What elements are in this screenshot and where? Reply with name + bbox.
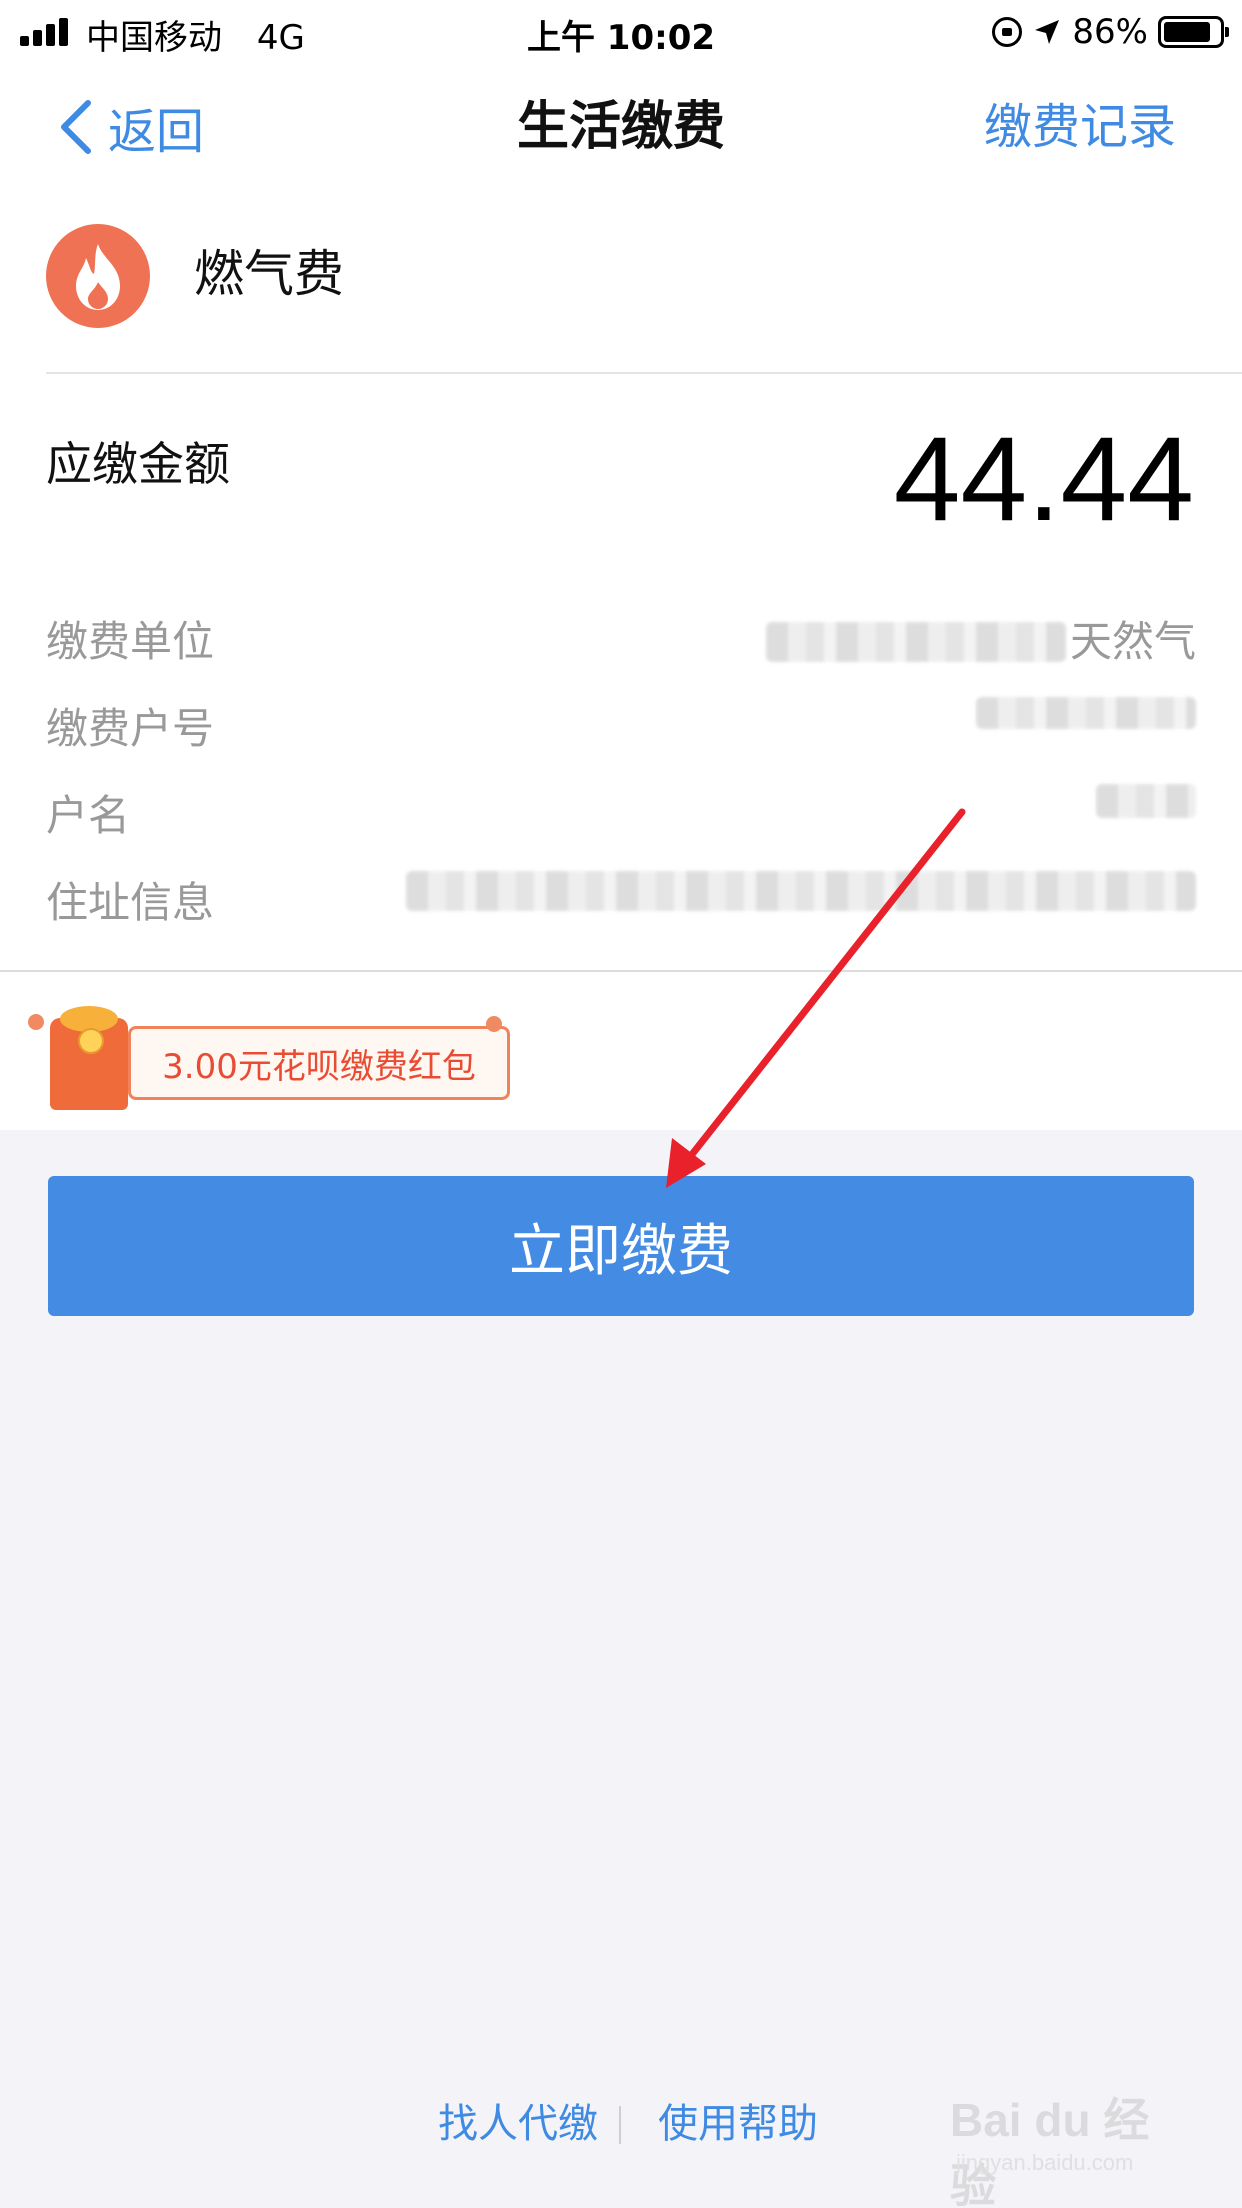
info-row-name: 户名 xyxy=(46,784,1196,848)
promo-area: 3.00元花呗缴费红包 xyxy=(0,972,1242,1130)
info-row-address: 住址信息 xyxy=(46,871,1196,935)
info-label: 缴费户号 xyxy=(46,704,215,753)
footer-separator xyxy=(619,2106,621,2144)
service-name: 燃气费 xyxy=(194,245,344,303)
payment-history-link[interactable]: 缴费记录 xyxy=(984,92,1176,162)
nav-bar: 返回 生活缴费 缴费记录 xyxy=(0,62,1242,192)
info-label: 缴费单位 xyxy=(46,617,215,666)
battery-percent: 86% xyxy=(1072,12,1148,52)
info-value-account xyxy=(976,697,1196,729)
amount-label: 应缴金额 xyxy=(46,437,230,491)
info-value-address xyxy=(406,871,1196,911)
info-label: 户名 xyxy=(46,791,131,840)
flame-icon xyxy=(46,224,150,328)
pay-now-button[interactable]: 立即缴费 xyxy=(48,1176,1194,1316)
promo-label-box: 3.00元花呗缴费红包 xyxy=(128,1026,510,1100)
service-row: 燃气费 xyxy=(0,192,1242,372)
battery-fill xyxy=(1164,22,1211,42)
orientation-lock-icon xyxy=(992,17,1023,47)
watermark-url: jingyan.baidu.com xyxy=(956,2150,1134,2175)
amount-value: 44.44 xyxy=(893,412,1194,546)
bill-card: 燃气费 应缴金额 44.44 缴费单位 天然气 缴费户号 户名 住址信息 xyxy=(0,192,1242,972)
flame-glyph xyxy=(76,244,120,310)
divider xyxy=(46,372,1242,374)
status-bar: 中国移动 4G 上午 10:02 86% xyxy=(0,0,1242,62)
info-label: 住址信息 xyxy=(46,878,215,927)
decor-dot xyxy=(28,1014,44,1030)
info-value-company: 天然气 xyxy=(765,610,1196,674)
location-arrow-icon xyxy=(1035,20,1060,44)
redacted-text xyxy=(765,622,1066,662)
info-row-account: 缴费户号 xyxy=(46,697,1196,761)
company-suffix: 天然气 xyxy=(1069,617,1196,666)
screen: 中国移动 4G 上午 10:02 86% 返回 生活缴费 缴费记录 燃气费 应缴… xyxy=(0,0,1242,2208)
baidu-watermark: Bai du 经验 jingyan.baidu.com xyxy=(950,2070,1190,2208)
battery-icon xyxy=(1158,16,1229,48)
promo-label: 3.00元花呗缴费红包 xyxy=(162,1046,476,1087)
redacted-text xyxy=(406,871,1196,911)
decor-dot xyxy=(486,1016,502,1032)
status-indicators: 86% xyxy=(992,10,1229,54)
help-link[interactable]: 使用帮助 xyxy=(658,2094,818,2154)
coin-icon xyxy=(78,1028,104,1054)
red-envelope-icon xyxy=(50,1006,128,1110)
promo-tag[interactable]: 3.00元花呗缴费红包 xyxy=(28,1004,514,1110)
proxy-pay-link[interactable]: 找人代缴 xyxy=(438,2094,598,2154)
redacted-text xyxy=(1096,784,1196,818)
info-value-name xyxy=(1096,784,1196,818)
watermark-text: Bai du 经验 xyxy=(950,2094,1150,2208)
info-row-company: 缴费单位 天然气 xyxy=(46,610,1196,674)
redacted-text xyxy=(976,697,1196,729)
